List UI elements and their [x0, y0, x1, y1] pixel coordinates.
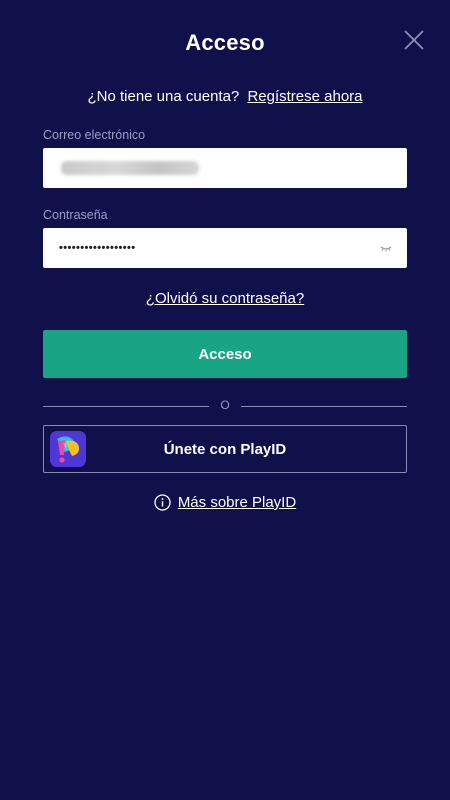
- password-value: ••••••••••••••••••: [59, 242, 136, 254]
- register-prompt: ¿No tiene una cuenta? Regístrese ahora: [0, 88, 450, 105]
- password-field[interactable]: ••••••••••••••••••: [43, 228, 407, 268]
- login-screen: Acceso ¿No tiene una cuenta? Regístrese …: [0, 0, 450, 800]
- page-title: Acceso: [185, 30, 265, 55]
- divider-left: [43, 406, 209, 407]
- more-about-playid-link[interactable]: Más sobre PlayID: [178, 494, 296, 511]
- close-button[interactable]: [402, 28, 426, 52]
- register-question: ¿No tiene una cuenta?: [87, 88, 240, 105]
- playid-button-label: Únete con PlayID: [163, 440, 287, 458]
- register-link[interactable]: Regístrese ahora: [247, 88, 362, 105]
- login-button[interactable]: Acceso: [43, 330, 407, 378]
- chevron-down-icon[interactable]: [379, 241, 393, 255]
- email-label: Correo electrónico: [43, 128, 146, 142]
- playid-button[interactable]: Únete con PlayID: [43, 425, 407, 473]
- more-about-playid: Más sobre PlayID: [0, 494, 450, 511]
- divider-right: [241, 406, 407, 407]
- forgot-password: ¿Olvidó su contraseña?: [0, 290, 450, 307]
- divider-text: O: [220, 398, 230, 412]
- email-value-obscured: [61, 161, 199, 175]
- forgot-password-link[interactable]: ¿Olvidó su contraseña?: [146, 290, 304, 307]
- password-label: Contraseña: [43, 208, 108, 222]
- close-icon[interactable]: [402, 28, 426, 52]
- email-field[interactable]: [43, 148, 407, 188]
- info-icon: [154, 494, 171, 511]
